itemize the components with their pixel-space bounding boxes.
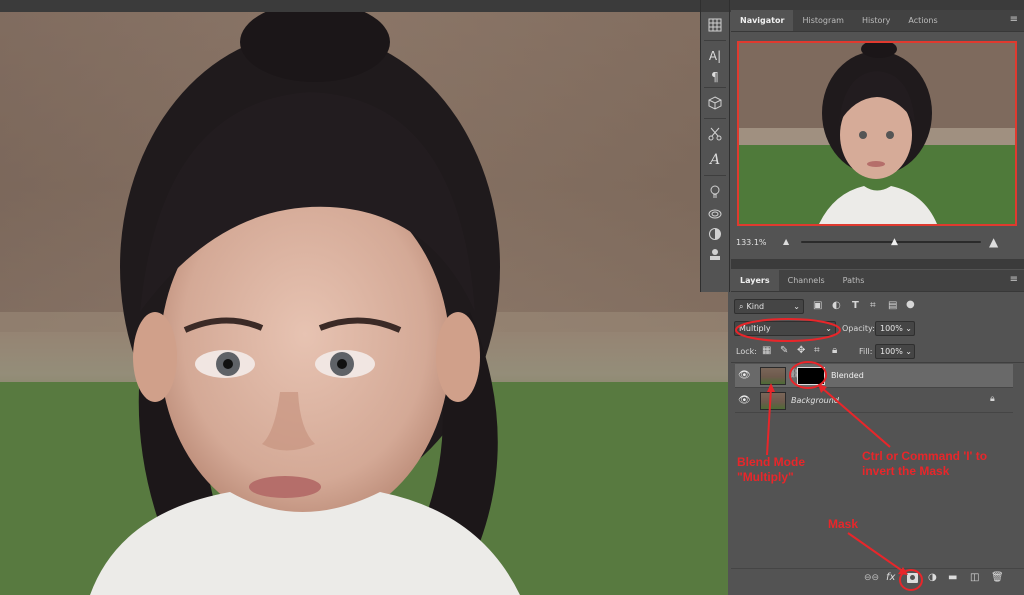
new-layer-icon[interactable]: ◫ [970,572,979,583]
scissors-icon[interactable] [701,121,729,147]
panel-group-header [731,0,1024,10]
dock-separator [704,175,726,176]
lock-icon: 🔒︎ [990,394,995,404]
new-group-icon[interactable]: ▬ [948,572,957,583]
grid-icon[interactable] [701,12,729,38]
blend-mode-select[interactable]: Multiply ⌄ [734,321,836,336]
lock-artboard-icon[interactable]: ⌗ [814,345,820,356]
eye-icon[interactable]: 👁︎ [738,395,751,406]
search-icon: ⌕ [739,302,744,311]
zoom-in-icon[interactable]: ▲ [989,235,998,249]
blend-mode-value: Multiply [739,324,771,333]
chevron-down-icon: ⌄ [905,347,912,356]
layer-thumbnail [760,367,786,385]
lock-transparent-icon[interactable]: ▦ [762,345,771,356]
opacity-label: Opacity: [842,324,875,333]
dock-separator [704,87,726,88]
tab-history[interactable]: History [853,10,899,31]
layer-row-background[interactable]: 👁︎ Background 🔒︎ [735,389,1013,413]
zoom-out-icon[interactable]: ▲ [783,237,789,246]
chevron-down-icon: ⌄ [793,302,800,311]
tab-navigator[interactable]: Navigator [731,10,794,31]
layers-divider [731,362,1024,363]
libraries-icon[interactable] [701,204,729,224]
document-canvas[interactable] [0,12,728,595]
character-glyph: A| [708,49,722,63]
panel-group-header [731,259,1024,269]
adjustment-layer-icon[interactable]: ◑ [928,572,937,583]
layers-tabbar: Layers Channels Paths ≡ [731,270,1024,292]
navigator-thumbnail [739,43,1015,224]
annotation-mask: Mask [828,517,859,531]
annotation-line: Blend Mode [737,455,805,469]
paragraph-glyph: ¶ [711,70,719,84]
panel-icon-dock: A| ¶ A [700,0,730,292]
annotation-line: Ctrl or Command 'I' to [862,449,988,463]
filter-kind-select[interactable]: ⌕ Kind ⌄ [734,299,804,314]
dock-separator [704,118,726,119]
filter-adjustment-icon[interactable]: ◐ [832,300,841,311]
navigator-zoom-row: 133.1% ▲ ▲ ▲ [731,235,1024,251]
3d-cube-icon[interactable] [701,90,729,116]
lock-image-icon[interactable]: ✎ [780,345,788,356]
glyphs-glyph: A [709,152,721,168]
annotation-line: "Multiply" [737,470,794,484]
lightbulb-icon[interactable] [701,178,729,204]
navigator-preview[interactable] [737,41,1017,226]
annotation-line: invert the Mask [862,464,950,478]
layer-mask-thumbnail[interactable] [797,367,825,385]
trash-icon[interactable]: 🗑︎ [991,572,1004,583]
opacity-value: 100% [880,324,903,333]
filter-toggle-icon[interactable]: ● [906,299,915,310]
link-icon[interactable]: ⊖⊖ [864,573,879,583]
filter-smart-object-icon[interactable]: ▤ [888,300,897,311]
lock-label: Lock: [736,347,757,356]
fx-icon[interactable]: fx [886,572,895,583]
adjustments-icon[interactable] [701,224,729,244]
dock-header [701,0,729,12]
layer-row-blended[interactable]: 👁︎ ⛓︎ Blended [735,364,1013,388]
fill-field[interactable]: 100% ⌄ [875,344,915,359]
layer-name[interactable]: Blended [831,371,864,380]
filter-shape-icon[interactable]: ⌗ [870,300,876,311]
layers-menu-icon[interactable]: ≡ [1010,274,1018,285]
opacity-field[interactable]: 100% ⌄ [875,321,915,336]
fill-label: Fill: [859,347,873,356]
annotation-blend-mode: Blend Mode "Multiply" [737,455,805,485]
photo-portrait [0,12,728,595]
paragraph-icon[interactable]: ¶ [701,69,729,85]
tab-layers[interactable]: Layers [731,270,779,291]
navigator-menu-icon[interactable]: ≡ [1010,14,1018,25]
eye-icon[interactable]: 👁︎ [738,370,751,381]
lock-row: Lock: ▦ ✎ ✥ ⌗ 🔒︎ Fill: 100% ⌄ [731,344,1024,364]
tab-paths[interactable]: Paths [834,270,874,291]
layers-stack-icon[interactable] [701,244,729,264]
dock-separator [704,40,726,41]
filter-kind-label: Kind [746,302,765,311]
layer-filter-row: ⌕ Kind ⌄ ▣ ◐ T ⌗ ▤ ● [731,299,1024,319]
lock-position-icon[interactable]: ✥ [797,345,805,356]
add-mask-icon[interactable] [907,573,918,583]
chevron-down-icon: ⌄ [825,324,832,333]
lock-all-icon[interactable]: 🔒︎ [832,345,837,356]
filter-type-icon[interactable]: T [852,300,859,311]
layer-thumbnail [760,392,786,410]
blend-row: Multiply ⌄ Opacity: 100% ⌄ [731,321,1024,341]
fill-value: 100% [880,347,903,356]
tab-actions[interactable]: Actions [899,10,946,31]
layers-bottom-toolbar: ⊖⊖ fx ◑ ▬ ◫ 🗑︎ [731,568,1024,590]
right-panels: Navigator Histogram History Actions ≡ 13… [731,0,1024,595]
chevron-down-icon: ⌄ [905,324,912,333]
annotation-invert-mask: Ctrl or Command 'I' to invert the Mask [862,449,987,479]
zoom-slider-thumb[interactable]: ▲ [891,237,898,247]
filter-pixel-icon[interactable]: ▣ [813,300,822,311]
tab-histogram[interactable]: Histogram [793,10,853,31]
navigator-tabbar: Navigator Histogram History Actions ≡ [731,10,1024,32]
layer-name[interactable]: Background [791,396,839,405]
zoom-value[interactable]: 133.1% [736,238,767,247]
glyphs-icon[interactable]: A [701,147,729,173]
tab-channels[interactable]: Channels [779,270,834,291]
character-icon[interactable]: A| [701,43,729,69]
